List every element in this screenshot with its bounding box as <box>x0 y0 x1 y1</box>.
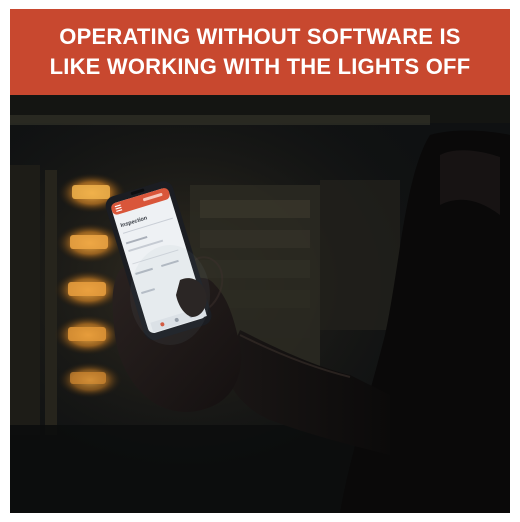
left-wall-panel <box>10 165 40 435</box>
left-post <box>45 170 57 435</box>
dark-photo: Inspection <box>10 95 510 513</box>
image-frame: OPERATING WITHOUT SOFTWARE IS LIKE WORKI… <box>10 9 510 513</box>
photo-illustration: Inspection <box>10 95 510 513</box>
headline-banner: OPERATING WITHOUT SOFTWARE IS LIKE WORKI… <box>10 9 510 95</box>
headline-line-1: OPERATING WITHOUT SOFTWARE IS <box>59 24 461 49</box>
headline-line-2: LIKE WORKING WITH THE LIGHTS OFF <box>49 54 471 79</box>
top-beam <box>10 115 430 125</box>
